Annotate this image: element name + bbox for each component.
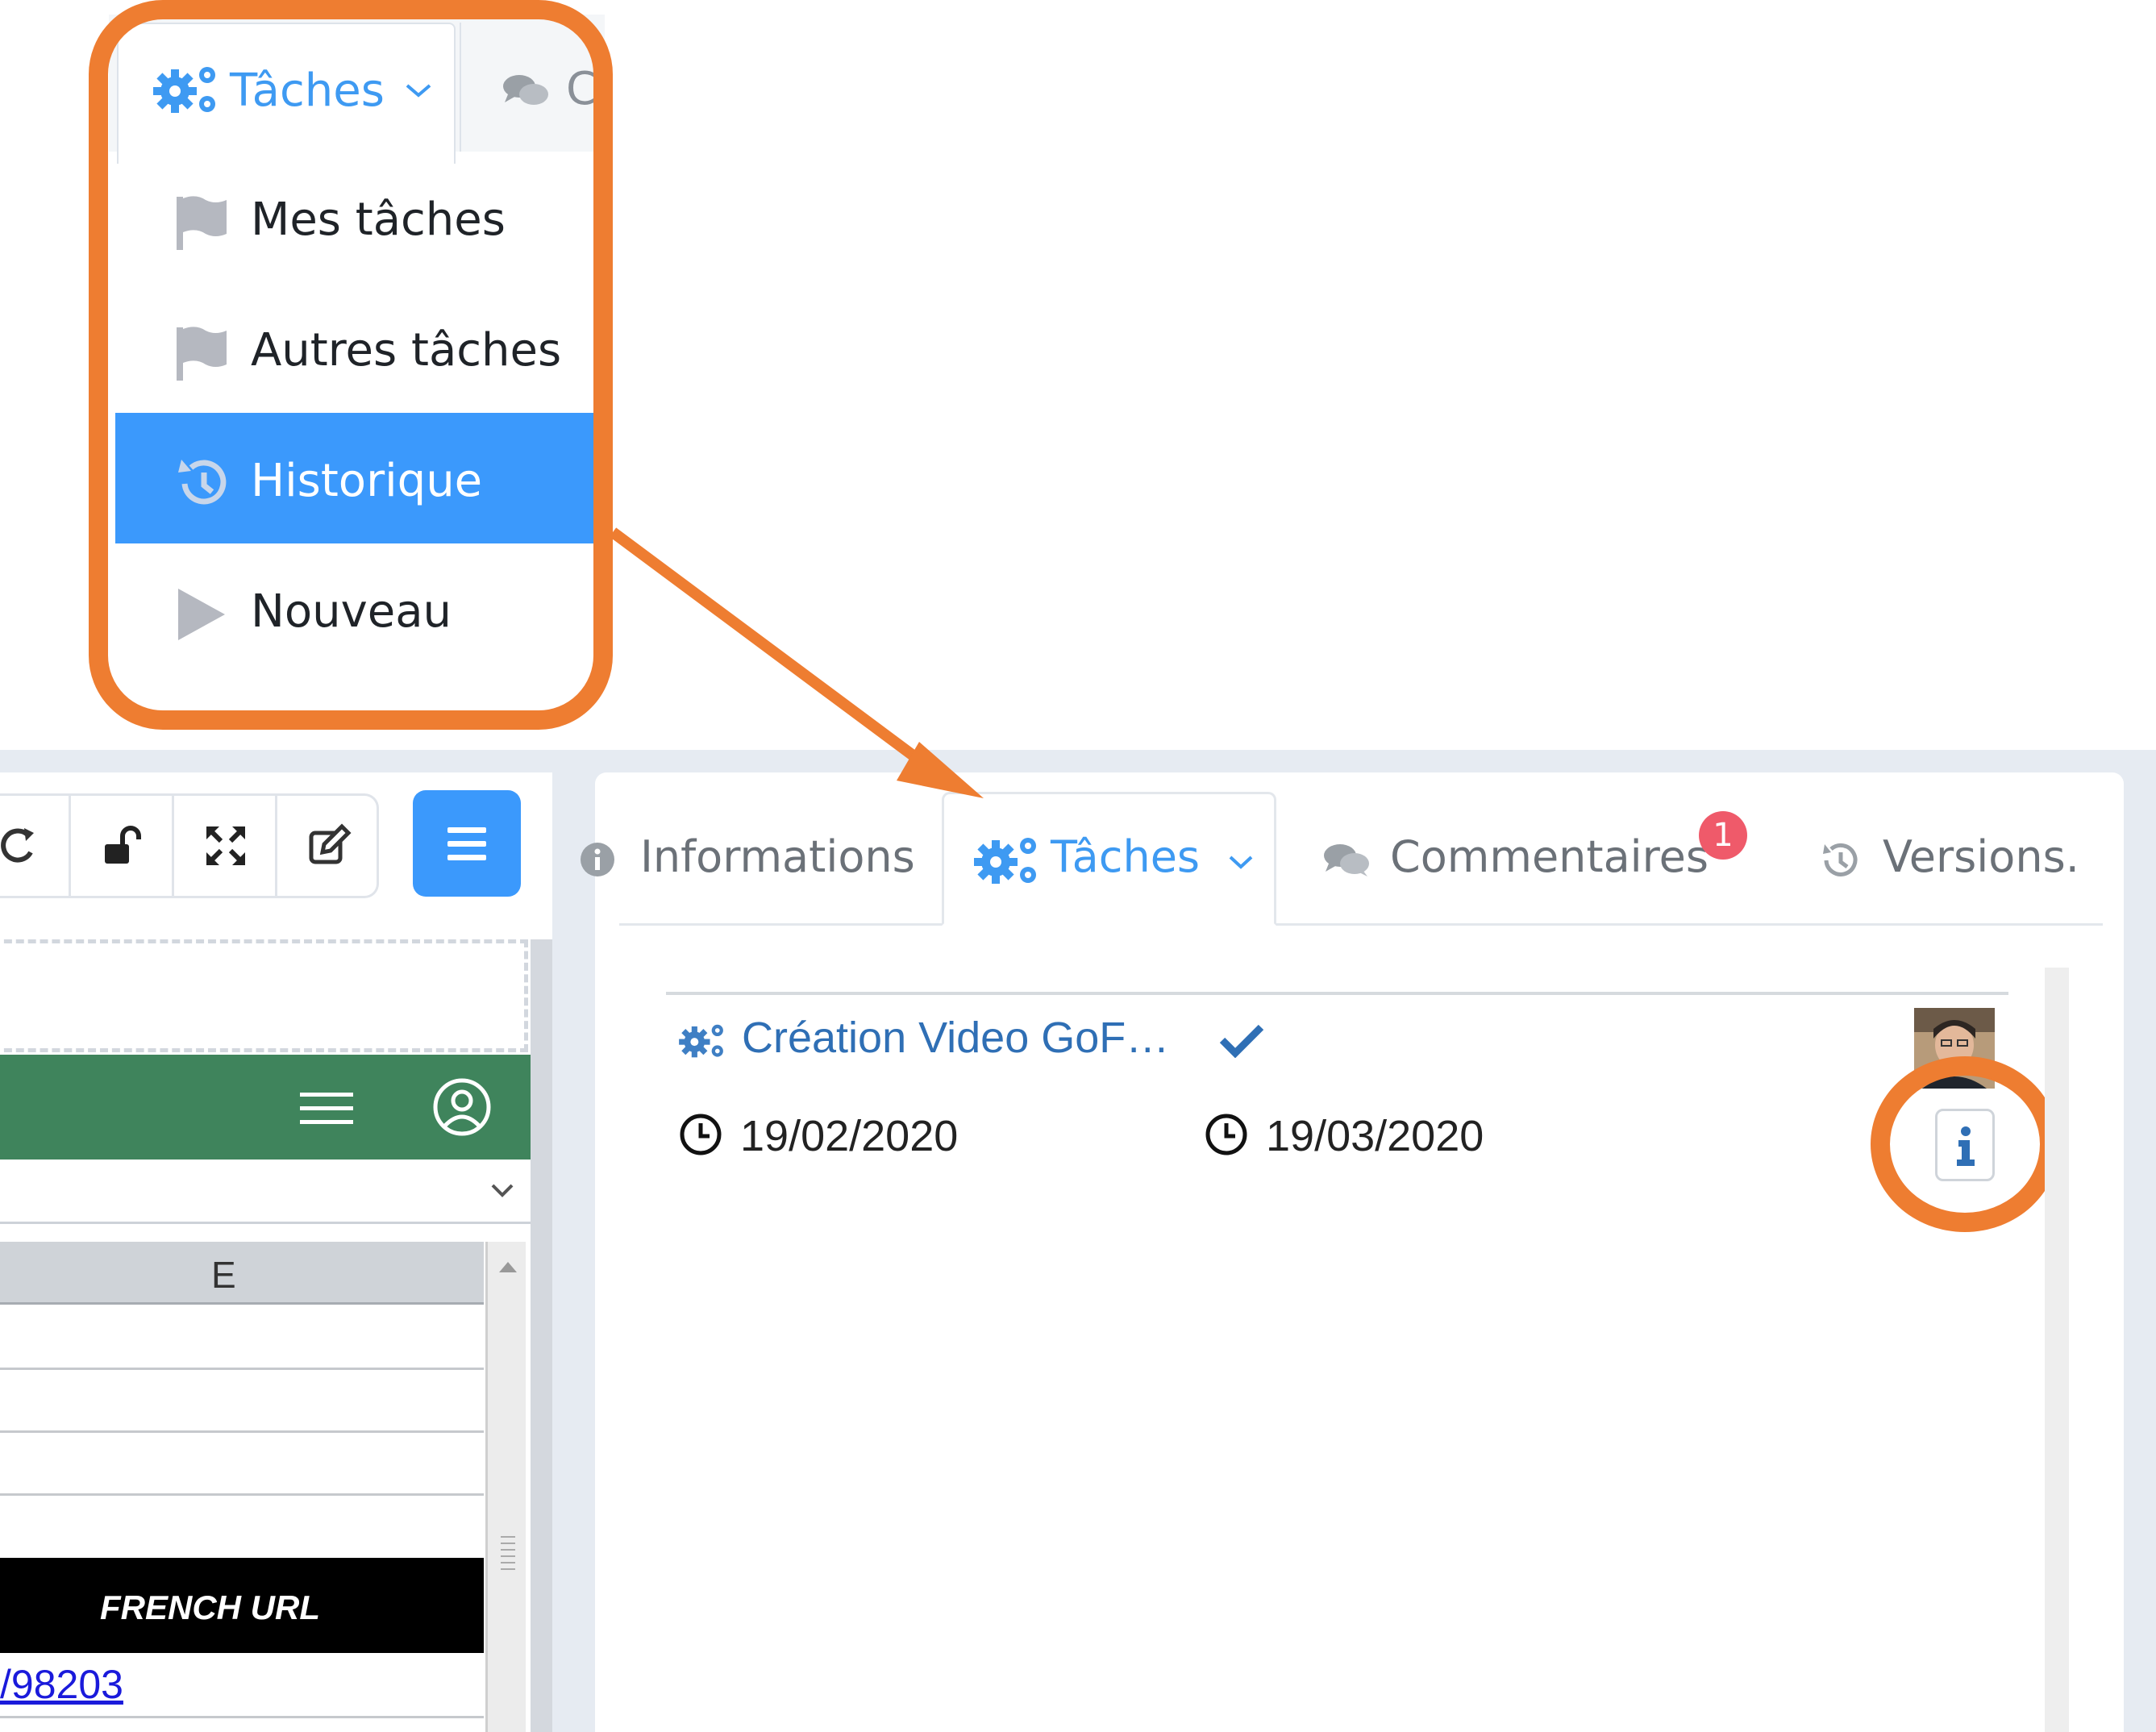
menu-item-mes-taches[interactable]: Mes tâches [115,152,599,282]
menu-item-label: Autres tâches [251,324,562,377]
panel-edge [2124,750,2156,1732]
gears-icon [153,67,215,113]
row-divider [0,1368,484,1370]
expand-button[interactable] [174,793,277,898]
sheet-header-bar [0,1055,531,1160]
zoom-tab-taches[interactable]: Tâches [117,23,456,164]
tab-label: Commentaires [1390,831,1709,882]
menu-item-autres-taches[interactable]: Autres tâches [115,282,599,413]
tasks-dropdown-menu: Mes tâches Autres tâches Historique Nouv… [115,152,599,674]
column-header-label: E [211,1254,236,1296]
tab-label: Versions. [1883,831,2079,882]
edit-icon [309,823,352,864]
menu-item-historique[interactable]: Historique [115,413,599,543]
zoomed-dropdown-callout: C Tâches Mes tâches Autres tâches Histor… [109,15,605,732]
history-icon [1823,843,1858,876]
play-icon [178,589,225,640]
row-divider [0,1716,484,1718]
gears-icon [679,1024,723,1058]
row-divider [0,1430,484,1433]
avatar[interactable] [1914,1008,1995,1089]
menu-item-label: Historique [251,455,483,507]
task-card-divider [666,992,2008,995]
check-icon [1219,1024,1264,1058]
tab-label: Informations [640,831,915,882]
clock-icon [1205,1114,1247,1155]
zoom-tab-next[interactable]: C [460,23,605,152]
spreadsheet-grid [0,1242,484,1732]
comments-icon [503,75,548,105]
url-link[interactable]: /98203 [0,1661,123,1708]
menu-item-nouveau[interactable]: Nouveau [115,543,599,674]
unlock-button[interactable] [71,793,174,898]
notification-badge: 1 [1699,811,1747,860]
french-url-header-label: FRENCH URL [100,1588,320,1626]
menu-item-label: Nouveau [251,585,452,638]
flag-icon [177,196,227,250]
sheet-select[interactable] [0,1160,531,1224]
french-url-header-cell[interactable]: FRENCH URL [0,1558,484,1653]
hamburger-icon [447,827,486,860]
info-circle-icon [581,843,614,876]
tab-versions[interactable]: Versions. [1818,826,2116,891]
details-panel [595,772,2124,1732]
clock-icon [680,1114,722,1155]
zoom-tab-label: Tâches [230,65,385,117]
tab-commentaires[interactable]: Commentaires [1322,826,1725,891]
scroll-up-icon[interactable] [497,1259,518,1274]
menu-item-label: Mes tâches [251,194,506,246]
task-start-date: 19/02/2020 [740,1112,959,1160]
drop-zone [0,939,528,1052]
gears-icon [974,838,1036,884]
zoom-next-tab-label: C [566,63,598,115]
details-scrollbar[interactable] [2045,968,2069,1732]
task-title-link[interactable]: Création Video GoF… [742,1013,1169,1063]
refresh-icon [1,828,34,863]
tab-divider [619,923,2103,926]
history-icon [178,460,227,505]
task-info-button[interactable] [1935,1109,1995,1181]
menu-icon[interactable] [300,1091,353,1126]
edit-button[interactable] [277,793,381,898]
panel-scrollbar[interactable] [531,939,552,1732]
chevron-down-icon [1229,856,1253,869]
user-circle-icon[interactable] [432,1077,492,1137]
row-divider [0,1493,484,1496]
column-header-e[interactable]: E [0,1242,484,1305]
chevron-down-icon [491,1184,514,1197]
flag-icon [177,327,227,381]
tab-taches[interactable]: Tâches [972,826,1270,891]
info-icon [1957,1126,1975,1166]
unlock-icon [105,826,141,864]
sheet-scrollbar[interactable] [485,1242,526,1732]
chevron-down-icon [406,84,431,98]
avatar-photo-icon [1914,1008,1995,1089]
tab-informations[interactable]: Informations [576,826,930,891]
menu-button[interactable] [413,790,521,897]
scroll-grip-icon[interactable] [499,1532,517,1572]
refresh-button[interactable] [0,793,71,898]
comments-icon [1324,844,1369,876]
expand-icon [206,826,245,865]
task-end-date: 19/03/2020 [1266,1112,1484,1160]
tab-label: Tâches [1051,831,1201,882]
